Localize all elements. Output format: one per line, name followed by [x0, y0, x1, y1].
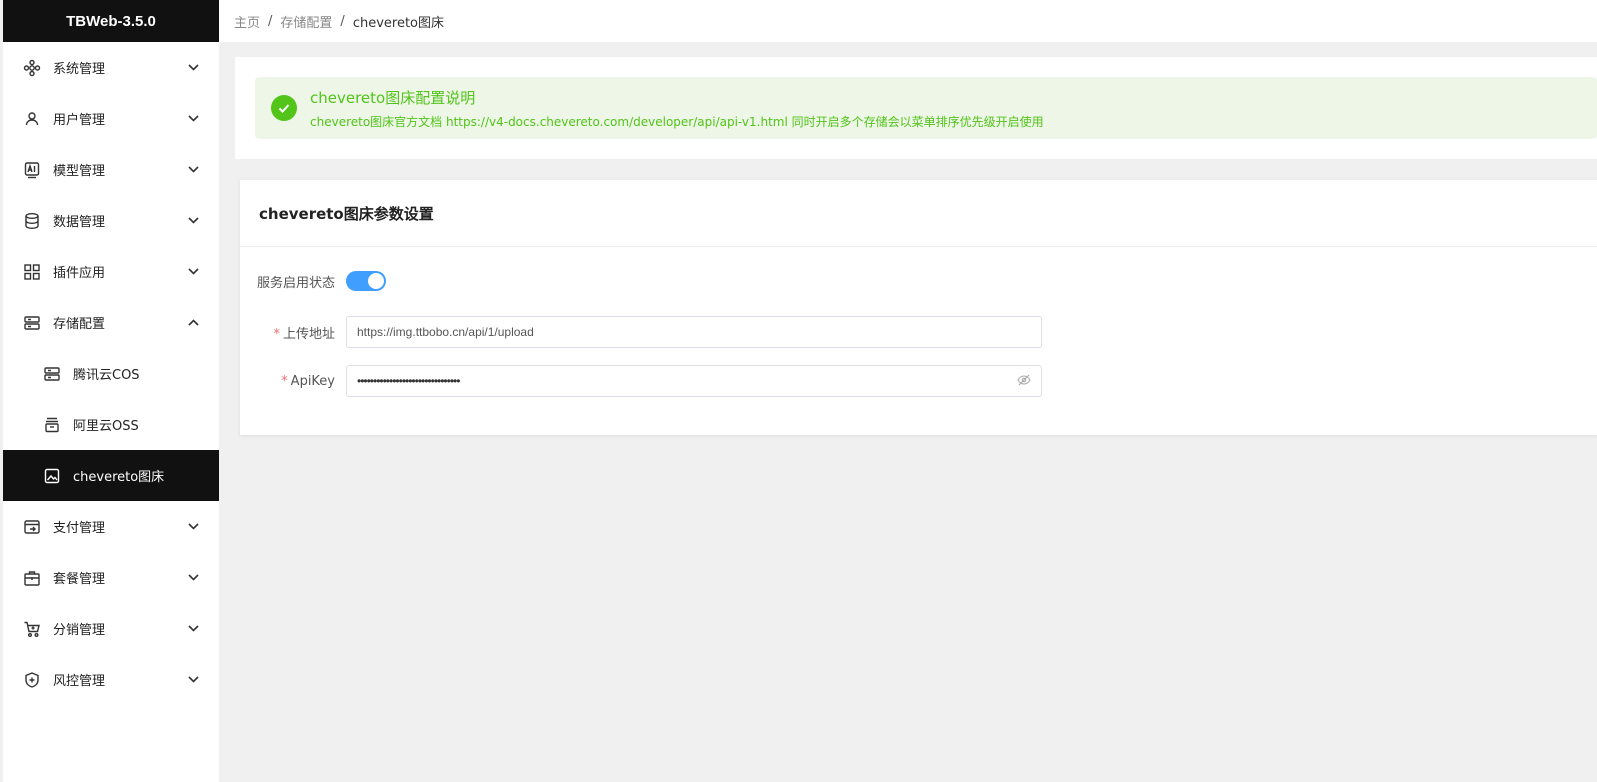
breadcrumb-separator: /: [268, 13, 273, 29]
sidebar-item-tencent-cos[interactable]: 腾讯云COS: [3, 348, 219, 399]
sidebar-item-label: 腾讯云COS: [73, 368, 140, 383]
sidebar-item-packages[interactable]: 套餐管理: [3, 552, 219, 603]
chevron-down-icon: [187, 521, 199, 533]
sidebar-item-label: 分销管理: [53, 623, 106, 638]
settings-card: chevereto图床参数设置 服务启用状态 * 上传地址 https://img…: [240, 180, 1597, 435]
app-logo: TBWeb-3.5.0: [3, 0, 219, 42]
status-label: 服务启用状态: [256, 275, 335, 291]
required-mark: *: [273, 326, 280, 342]
chevron-down-icon: [187, 266, 199, 278]
sidebar-item-label: 用户管理: [53, 113, 106, 128]
cart-icon: [23, 620, 41, 638]
sidebar-item-label: 阿里云OSS: [73, 419, 139, 434]
archive-icon: [43, 416, 61, 434]
breadcrumb-storage[interactable]: 存储配置: [280, 12, 332, 31]
ai-model-icon: [23, 161, 41, 179]
shield-icon: [23, 671, 41, 689]
chevron-down-icon: [187, 62, 199, 74]
alert-description: chevereto图床官方文档 https://v4-docs.cheveret…: [310, 114, 1044, 129]
chevron-down-icon: [187, 215, 199, 227]
user-icon: [23, 110, 41, 128]
breadcrumb: 主页 / 存储配置 / chevereto图床: [219, 0, 1597, 42]
check-circle-icon: [271, 95, 297, 121]
upload-url-row: * 上传地址 https://img.ttbobo.cn/api/1/upload: [240, 316, 1042, 348]
system-icon: [23, 59, 41, 77]
sidebar-item-users[interactable]: 用户管理: [3, 93, 219, 144]
sidebar-item-label: 存储配置: [53, 317, 106, 332]
sidebar-item-label: 套餐管理: [53, 572, 106, 587]
payment-icon: [23, 518, 41, 536]
sidebar-item-plugins[interactable]: 插件应用: [3, 246, 219, 297]
upload-url-label-text: 上传地址: [282, 326, 335, 342]
main-content: 主页 / 存储配置 / chevereto图床 chevereto图床配置说明 …: [219, 0, 1597, 782]
api-key-input[interactable]: ••••••••••••••••••••••••••••••••: [346, 365, 1042, 397]
chevron-down-icon: [187, 113, 199, 125]
api-key-row: * ApiKey ••••••••••••••••••••••••••••••••: [240, 365, 1042, 397]
sidebar-item-chevereto[interactable]: chevereto图床: [3, 450, 219, 501]
sidebar-item-payment[interactable]: 支付管理: [3, 501, 219, 552]
sidebar-item-label: 数据管理: [53, 215, 106, 230]
api-key-label: * ApiKey: [240, 374, 346, 389]
upload-url-input[interactable]: https://img.ttbobo.cn/api/1/upload: [346, 316, 1042, 348]
sidebar-item-distribution[interactable]: 分销管理: [3, 603, 219, 654]
sidebar-item-system[interactable]: 系统管理: [3, 42, 219, 93]
info-alert: chevereto图床配置说明 chevereto图床官方文档 https://…: [255, 77, 1597, 139]
package-icon: [23, 569, 41, 587]
chevron-up-icon: [187, 317, 199, 329]
sidebar-item-label: 插件应用: [53, 266, 106, 281]
server-icon: [43, 365, 61, 383]
sidebar-item-models[interactable]: 模型管理: [3, 144, 219, 195]
sidebar-item-label: chevereto图床: [73, 470, 165, 485]
upload-url-label: * 上传地址: [240, 323, 346, 342]
storage-icon: [23, 314, 41, 332]
sidebar-item-data[interactable]: 数据管理: [3, 195, 219, 246]
upload-url-value: https://img.ttbobo.cn/api/1/upload: [357, 325, 534, 339]
storage-submenu: 腾讯云COS 阿里云OSS chevereto图床: [3, 348, 219, 501]
breadcrumb-home[interactable]: 主页: [234, 12, 260, 31]
database-icon: [23, 212, 41, 230]
breadcrumb-separator: /: [340, 13, 345, 29]
toggle-knob: [368, 273, 384, 289]
status-toggle[interactable]: [346, 271, 386, 291]
chevron-down-icon: [187, 164, 199, 176]
sidebar-item-label: 支付管理: [53, 521, 106, 536]
alert-text: chevereto图床配置说明 chevereto图床官方文档 https://…: [310, 87, 1044, 130]
grid-icon: [23, 263, 41, 281]
api-key-label-text: ApiKey: [290, 373, 335, 389]
sidebar-item-label: 风控管理: [53, 674, 106, 689]
sidebar-item-aliyun-oss[interactable]: 阿里云OSS: [3, 399, 219, 450]
sidebar-item-label: 模型管理: [53, 164, 106, 179]
eye-off-icon[interactable]: [1017, 374, 1031, 389]
sidebar-item-storage[interactable]: 存储配置: [3, 297, 219, 348]
breadcrumb-current: chevereto图床: [352, 15, 444, 31]
api-key-value: ••••••••••••••••••••••••••••••••: [357, 374, 460, 388]
sidebar-item-label: 系统管理: [53, 62, 106, 77]
sidebar: TBWeb-3.5.0 系统管理 用户管理 模型管理 数据管理 插件应用 存储配…: [3, 0, 219, 782]
image-icon: [43, 467, 61, 485]
required-mark: *: [281, 373, 288, 389]
alert-title: chevereto图床配置说明: [310, 88, 476, 107]
app-root: TBWeb-3.5.0 系统管理 用户管理 模型管理 数据管理 插件应用 存储配…: [0, 0, 1597, 782]
chevron-down-icon: [187, 572, 199, 584]
card-title: chevereto图床参数设置: [240, 180, 1597, 247]
sidebar-item-risk[interactable]: 风控管理: [3, 654, 219, 705]
status-row: 服务启用状态: [240, 271, 386, 291]
chevron-down-icon: [187, 623, 199, 635]
alert-container: chevereto图床配置说明 chevereto图床官方文档 https://…: [235, 57, 1597, 159]
chevron-down-icon: [187, 674, 199, 686]
sidebar-menu: 系统管理 用户管理 模型管理 数据管理 插件应用 存储配置 腾讯云COS 阿里云…: [3, 42, 219, 705]
